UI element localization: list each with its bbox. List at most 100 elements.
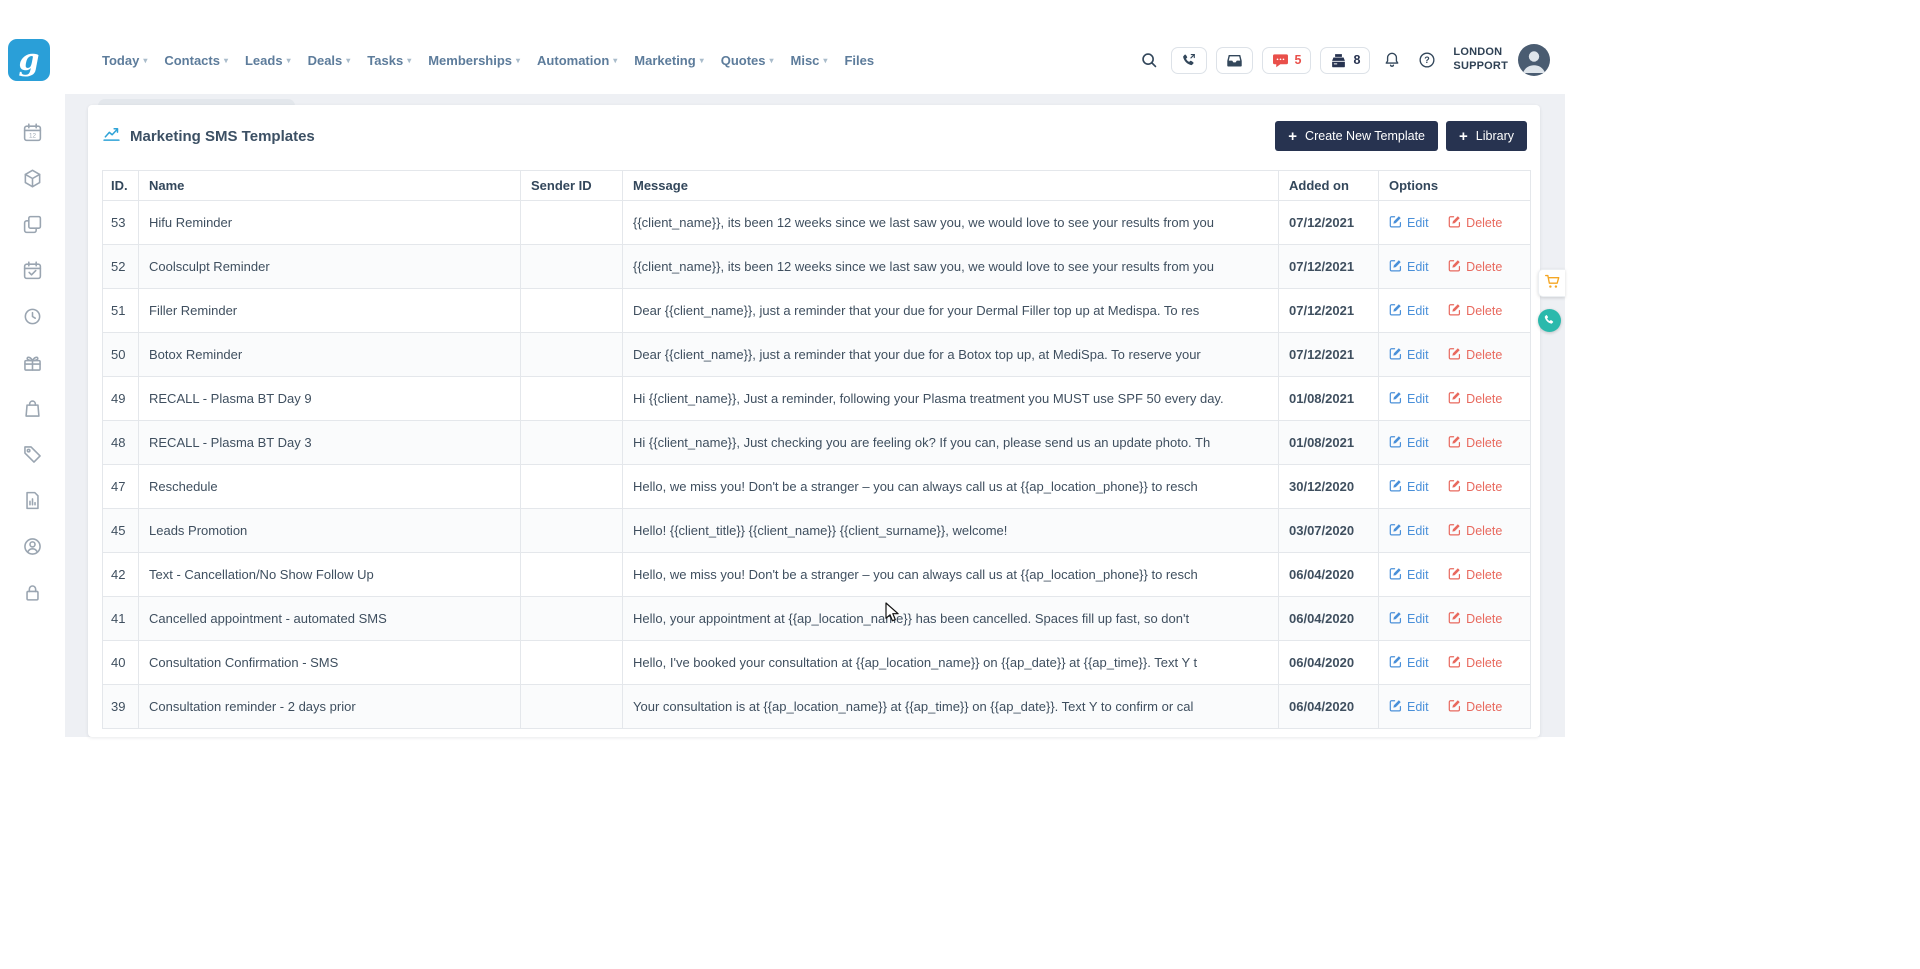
nav-item-deals[interactable]: Deals ▾ bbox=[302, 47, 362, 74]
sidebar-item-report[interactable] bbox=[10, 480, 56, 526]
sidebar-item-lock[interactable] bbox=[10, 572, 56, 618]
edit-label: Edit bbox=[1407, 216, 1429, 230]
row-message: Dear {{client_name}}, just a reminder th… bbox=[623, 333, 1279, 377]
delete-link[interactable]: Delete bbox=[1448, 479, 1502, 495]
row-added-on: 07/12/2021 bbox=[1279, 333, 1379, 377]
marketing-chart-icon bbox=[102, 124, 121, 148]
delete-link[interactable]: Delete bbox=[1448, 215, 1502, 231]
sidebar-item-calendar-check[interactable] bbox=[10, 250, 56, 296]
edit-link[interactable]: Edit bbox=[1389, 303, 1429, 319]
create-template-button[interactable]: + Create New Template bbox=[1275, 121, 1438, 151]
edit-link[interactable]: Edit bbox=[1389, 611, 1429, 627]
nav-item-automation[interactable]: Automation ▾ bbox=[531, 47, 628, 74]
row-message: Hi {{client_name}}, Just checking you ar… bbox=[623, 421, 1279, 465]
row-message: {{client_name}}, its been 12 weeks since… bbox=[623, 245, 1279, 289]
delete-link[interactable]: Delete bbox=[1448, 435, 1502, 451]
messages-count: 5 bbox=[1295, 53, 1302, 67]
delete-label: Delete bbox=[1466, 656, 1502, 670]
edit-link[interactable]: Edit bbox=[1389, 347, 1429, 363]
inbox-button[interactable] bbox=[1216, 47, 1253, 74]
calendar-icon: 12 bbox=[22, 122, 43, 148]
delete-link[interactable]: Delete bbox=[1448, 347, 1502, 363]
lock-icon bbox=[22, 582, 43, 608]
messages-button[interactable]: 5 bbox=[1262, 47, 1312, 74]
inbox-icon bbox=[1226, 52, 1243, 69]
app-logo[interactable]: g bbox=[8, 39, 50, 81]
floating-buttons bbox=[1538, 269, 1565, 332]
delete-link[interactable]: Delete bbox=[1448, 523, 1502, 539]
delete-link[interactable]: Delete bbox=[1448, 699, 1502, 715]
nav-item-files[interactable]: Files ▾ bbox=[838, 47, 885, 74]
sidebar-item-cube[interactable] bbox=[10, 158, 56, 204]
sidebar-item-shopping-bag[interactable] bbox=[10, 388, 56, 434]
row-message: Hello, we miss you! Don't be a stranger … bbox=[623, 553, 1279, 597]
edit-link[interactable]: Edit bbox=[1389, 655, 1429, 671]
cart-float-button[interactable] bbox=[1538, 269, 1565, 297]
sidebar-item-calendar[interactable]: 12 bbox=[10, 112, 56, 158]
browser-viewport: g Today ▾ Contacts ▾ Leads ▾ Deals ▾ Tas… bbox=[0, 0, 1920, 969]
row-name: Hifu Reminder bbox=[139, 201, 521, 245]
row-name: Cancelled appointment - automated SMS bbox=[139, 597, 521, 641]
top-navbar: g Today ▾ Contacts ▾ Leads ▾ Deals ▾ Tas… bbox=[0, 0, 1565, 94]
delete-label: Delete bbox=[1466, 612, 1502, 626]
delete-link[interactable]: Delete bbox=[1448, 303, 1502, 319]
whatsapp-float-button[interactable] bbox=[1538, 309, 1561, 332]
calls-button[interactable] bbox=[1171, 47, 1207, 74]
nav-item-contacts[interactable]: Contacts ▾ bbox=[158, 47, 239, 74]
header-actions: + Create New Template + Library bbox=[1275, 121, 1527, 151]
help-button[interactable]: ? bbox=[1414, 47, 1440, 73]
edit-icon bbox=[1389, 655, 1402, 671]
edit-link[interactable]: Edit bbox=[1389, 435, 1429, 451]
row-sender-id bbox=[521, 597, 623, 641]
delete-link[interactable]: Delete bbox=[1448, 259, 1502, 275]
nav-item-memberships[interactable]: Memberships ▾ bbox=[422, 47, 531, 74]
nav-item-marketing[interactable]: Marketing ▾ bbox=[628, 47, 714, 74]
shopping-bag-icon bbox=[22, 398, 43, 424]
sidebar-item-gift[interactable] bbox=[10, 342, 56, 388]
edit-link[interactable]: Edit bbox=[1389, 479, 1429, 495]
row-sender-id bbox=[521, 245, 623, 289]
avatar[interactable] bbox=[1517, 43, 1551, 77]
row-message: Hello, we miss you! Don't be a stranger … bbox=[623, 465, 1279, 509]
sidebar-item-history[interactable] bbox=[10, 296, 56, 342]
row-added-on: 06/04/2020 bbox=[1279, 685, 1379, 729]
app-window: g Today ▾ Contacts ▾ Leads ▾ Deals ▾ Tas… bbox=[0, 0, 1565, 737]
edit-label: Edit bbox=[1407, 348, 1429, 362]
delete-link[interactable]: Delete bbox=[1448, 567, 1502, 583]
chevron-down-icon: ▾ bbox=[613, 56, 617, 65]
nav-item-tasks[interactable]: Tasks ▾ bbox=[361, 47, 422, 74]
edit-link[interactable]: Edit bbox=[1389, 523, 1429, 539]
search-button[interactable] bbox=[1136, 47, 1162, 73]
nav-item-label: Files bbox=[844, 53, 874, 68]
row-added-on: 07/12/2021 bbox=[1279, 201, 1379, 245]
col-header-options: Options bbox=[1379, 171, 1531, 201]
edit-link[interactable]: Edit bbox=[1389, 259, 1429, 275]
delete-link[interactable]: Delete bbox=[1448, 611, 1502, 627]
edit-link[interactable]: Edit bbox=[1389, 567, 1429, 583]
sidebar-item-copy[interactable] bbox=[10, 204, 56, 250]
sidebar-item-tag[interactable] bbox=[10, 434, 56, 480]
history-icon bbox=[22, 306, 43, 332]
sidebar-item-user-circle[interactable] bbox=[10, 526, 56, 572]
notifications-button[interactable] bbox=[1379, 47, 1405, 73]
library-button[interactable]: + Library bbox=[1446, 121, 1527, 151]
nav-item-label: Marketing bbox=[634, 53, 695, 68]
row-id: 51 bbox=[103, 289, 139, 333]
delete-link[interactable]: Delete bbox=[1448, 655, 1502, 671]
chevron-down-icon: ▾ bbox=[823, 56, 827, 65]
nav-item-misc[interactable]: Misc ▾ bbox=[785, 47, 839, 74]
pos-button[interactable]: 8 bbox=[1320, 47, 1370, 74]
edit-link[interactable]: Edit bbox=[1389, 699, 1429, 715]
edit-link[interactable]: Edit bbox=[1389, 215, 1429, 231]
edit-icon bbox=[1389, 567, 1402, 583]
nav-item-today[interactable]: Today ▾ bbox=[96, 47, 158, 74]
table-row: 49 RECALL - Plasma BT Day 9 Hi {{client_… bbox=[103, 377, 1531, 421]
user-circle-icon bbox=[22, 536, 43, 562]
col-header-id: ID. bbox=[103, 171, 139, 201]
delete-label: Delete bbox=[1466, 216, 1502, 230]
delete-link[interactable]: Delete bbox=[1448, 391, 1502, 407]
edit-link[interactable]: Edit bbox=[1389, 391, 1429, 407]
body-row: 12 Marketing SMS Templates bbox=[0, 94, 1565, 737]
nav-item-quotes[interactable]: Quotes ▾ bbox=[715, 47, 785, 74]
nav-item-leads[interactable]: Leads ▾ bbox=[239, 47, 302, 74]
